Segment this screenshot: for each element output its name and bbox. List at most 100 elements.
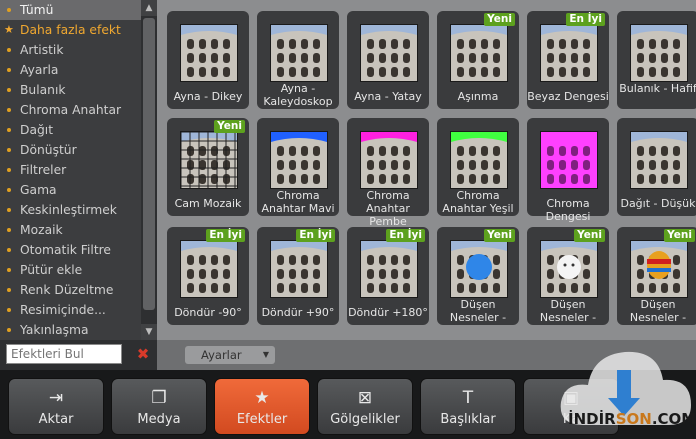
- effect-thumbnail: [180, 131, 238, 189]
- sidebar-item[interactable]: Otomatik Filtre: [0, 240, 141, 260]
- tab-gölgelikler[interactable]: ⊠ Gölgelikler: [317, 378, 413, 435]
- sidebar-item-label: Daha fazla efekt: [20, 23, 121, 37]
- sidebar-item[interactable]: Bulanık: [0, 80, 141, 100]
- effect-tile[interactable]: Chroma Anahtar Mavi: [257, 118, 339, 216]
- sidebar-item-label: Bulanık: [20, 83, 66, 97]
- sidebar-item-label: Mozaik: [20, 223, 63, 237]
- effect-label: Cam Mozaik: [174, 197, 242, 210]
- effect-tile[interactable]: Ayna - Yatay: [347, 11, 429, 109]
- sidebar-item-label: Dağıt: [20, 123, 54, 137]
- effect-tile[interactable]: Chroma Anahtar Yeşil: [437, 118, 519, 216]
- tab-medya[interactable]: ❐ Medya: [111, 378, 207, 435]
- effect-label: Chroma Anahtar Pembe: [366, 189, 410, 228]
- effect-label: Chroma Dengesi: [545, 197, 591, 223]
- effect-tile[interactable]: Yeni Cam Mozaik: [167, 118, 249, 216]
- effect-label: Döndür +90°: [261, 306, 335, 319]
- tab-label: Gölgelikler: [330, 412, 400, 427]
- effect-thumbnail: [540, 131, 598, 189]
- effect-label: Düşen Nesneler -: [629, 298, 687, 324]
- effect-thumbnail: [270, 240, 328, 298]
- sidebar-item[interactable]: Pütür ekle: [0, 260, 141, 280]
- watermark-accent: SON: [615, 410, 652, 428]
- sidebar-item[interactable]: Mozaik: [0, 220, 141, 240]
- effect-tile[interactable]: En İyi Beyaz Dengesi: [527, 11, 609, 109]
- bullet-icon: [7, 208, 11, 212]
- tab-label: Başlıklar: [440, 412, 496, 427]
- effect-label: Döndür +180°: [348, 306, 428, 319]
- clear-search-icon[interactable]: ✖: [136, 346, 150, 362]
- effect-label: Bulanık - Hafif: [619, 82, 696, 95]
- bullet-icon: [7, 268, 11, 272]
- effect-tile[interactable]: Chroma Dengesi: [527, 118, 609, 223]
- scroll-down-button[interactable]: ▼: [141, 324, 157, 340]
- sidebar-item[interactable]: Keskinleştirmek: [0, 200, 141, 220]
- sidebar-item[interactable]: Tümü: [0, 0, 141, 20]
- effect-badge: Yeni: [484, 13, 515, 26]
- tab-efektler[interactable]: ★ Efektler: [214, 378, 310, 435]
- sidebar-item[interactable]: Dönüştür: [0, 140, 141, 160]
- sidebar-item[interactable]: ★ Daha fazla efekt: [0, 20, 141, 40]
- effect-tile[interactable]: Ayna - Kaleydoskop: [257, 11, 339, 109]
- bullet-icon: [7, 68, 11, 72]
- watermark-right: .COM: [651, 410, 696, 428]
- effect-tile[interactable]: En İyi Döndür -90°: [167, 227, 249, 325]
- sidebar-item[interactable]: Ayarla: [0, 60, 141, 80]
- effect-thumbnail: [450, 240, 508, 298]
- sidebar-item-label: Tümü: [20, 3, 54, 17]
- scroll-up-button[interactable]: ▲: [141, 0, 157, 16]
- sidebar-item-label: Gama: [20, 183, 57, 197]
- sidebar-item[interactable]: Dağıt: [0, 120, 141, 140]
- sidebar-item[interactable]: Yakınlaşma: [0, 320, 141, 340]
- effect-thumbnail: [360, 131, 418, 189]
- sidebar-item[interactable]: Artistik: [0, 40, 141, 60]
- effect-tile[interactable]: En İyi Döndür +180°: [347, 227, 429, 325]
- effect-thumbnail: [630, 240, 688, 298]
- effect-label: Ayna - Dikey: [173, 90, 243, 103]
- sidebar-item-label: Pütür ekle: [20, 263, 83, 277]
- sidebar-item[interactable]: Gama: [0, 180, 141, 200]
- effect-tile[interactable]: Yeni Düşen Nesneler -: [437, 227, 519, 325]
- effect-badge: Yeni: [214, 120, 245, 133]
- sidebar-item-label: Filtreler: [20, 163, 67, 177]
- effect-thumbnail: [450, 24, 508, 82]
- effect-tile[interactable]: Yeni Düşen Nesneler -: [617, 227, 696, 325]
- effect-label: Beyaz Dengesi: [527, 90, 609, 103]
- effect-badge: Yeni: [484, 229, 515, 242]
- tab-aktar[interactable]: ⇥ Aktar: [8, 378, 104, 435]
- transitions-icon: ⊠: [357, 388, 373, 408]
- sidebar-item-label: Dönüştür: [20, 143, 77, 157]
- sidebar-item-label: Yakınlaşma: [20, 323, 89, 337]
- search-input[interactable]: [6, 344, 122, 364]
- effect-badge: En İyi: [566, 13, 605, 26]
- bullet-icon: [7, 328, 11, 332]
- sidebar-scrollbar[interactable]: ▲ ▼: [141, 0, 157, 340]
- effect-tile[interactable]: Yeni Düşen Nesneler -: [527, 227, 609, 325]
- effect-tile[interactable]: En İyi Döndür +90°: [257, 227, 339, 325]
- effect-tile[interactable]: Chroma Anahtar Pembe: [347, 118, 429, 228]
- tab-başlıklar[interactable]: T Başlıklar: [420, 378, 516, 435]
- effect-label: Dağıt - Düşük: [620, 197, 696, 210]
- sidebar-item[interactable]: Resimiçinde...: [0, 300, 141, 320]
- watermark-left: İNDİR: [568, 410, 616, 428]
- watermark-text: İNDİRSON.COM: [568, 410, 696, 428]
- effect-tile[interactable]: Dağıt - Düşük: [617, 118, 696, 216]
- sidebar-item-label: Resimiçinde...: [20, 303, 106, 317]
- effect-tile[interactable]: Ayna - Dikey: [167, 11, 249, 109]
- layouts-dropdown[interactable]: Ayarlar ▼: [185, 346, 275, 364]
- effect-label: Döndür -90°: [174, 306, 242, 319]
- effect-label: Düşen Nesneler -: [449, 298, 507, 324]
- bullet-icon: [7, 8, 11, 12]
- effect-label: Aşınma: [457, 90, 499, 103]
- bullet-icon: [7, 248, 11, 252]
- effect-tile[interactable]: Bulanık - Hafif: [617, 11, 696, 109]
- effect-tile[interactable]: Yeni Aşınma: [437, 11, 519, 109]
- effect-thumbnail: [270, 24, 328, 82]
- bullet-icon: [7, 308, 11, 312]
- sidebar-item[interactable]: Renk Düzeltme: [0, 280, 141, 300]
- sidebar-item-label: Renk Düzeltme: [20, 283, 114, 297]
- effect-label: Ayna - Kaleydoskop: [263, 82, 333, 108]
- scroll-thumb[interactable]: [143, 18, 155, 310]
- sidebar-item[interactable]: Chroma Anahtar: [0, 100, 141, 120]
- sidebar-item[interactable]: Filtreler: [0, 160, 141, 180]
- bullet-icon: [7, 288, 11, 292]
